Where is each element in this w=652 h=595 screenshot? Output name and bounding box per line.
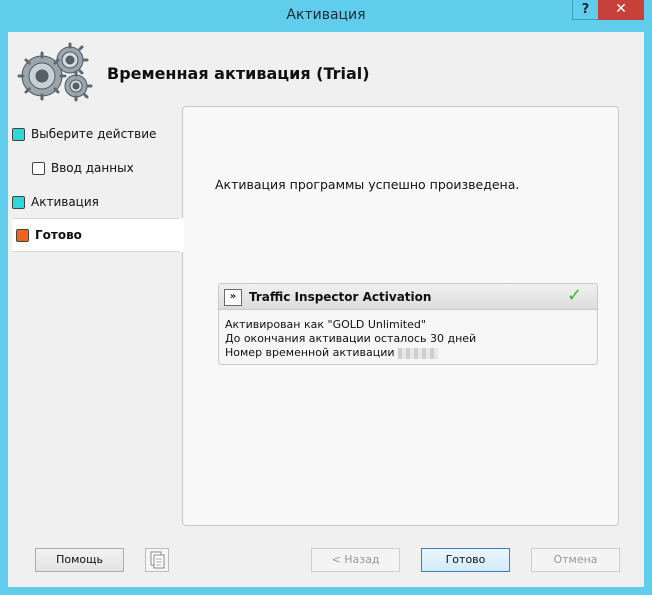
help-button[interactable]: Помощь: [35, 548, 124, 572]
step-indicator-icon: [16, 228, 29, 242]
activation-info-box: » Traffic Inspector Activation ✓ Активир…: [218, 283, 598, 365]
step-label: Готово: [35, 228, 82, 242]
step-choose-action[interactable]: Выберите действие: [12, 117, 186, 151]
content-panel: Активация программы успешно произведена.…: [182, 106, 619, 526]
active-step-connector: [180, 218, 184, 252]
days-left-text: До окончания активации осталось 30 дней: [225, 332, 477, 345]
success-message: Активация программы успешно произведена.: [215, 177, 520, 192]
wizard-header: Временная активация (Trial): [8, 32, 644, 110]
step-done[interactable]: Готово: [12, 218, 184, 252]
info-box-header: » Traffic Inspector Activation ✓: [219, 284, 597, 310]
step-indicator-icon: [12, 127, 25, 141]
cancel-button[interactable]: Отмена: [531, 548, 620, 572]
help-title-button[interactable]: ?: [572, 0, 598, 20]
checkmark-icon: ✓: [567, 285, 583, 306]
close-button[interactable]: ✕: [598, 0, 644, 20]
step-data-entry[interactable]: Ввод данных: [12, 151, 186, 185]
title-bar[interactable]: Активация ? ✕: [0, 0, 652, 32]
activation-window: Активация ? ✕ Временная активация (Trial…: [0, 0, 652, 595]
step-indicator-icon: [12, 195, 25, 209]
window-title: Активация: [286, 7, 366, 23]
trial-number-line: Номер временной активации: [225, 346, 438, 359]
copy-icon[interactable]: [145, 548, 169, 572]
step-label: Ввод данных: [51, 161, 134, 175]
redacted-number: [397, 347, 438, 359]
step-activation[interactable]: Активация: [12, 185, 186, 219]
trial-number-label: Номер временной активации: [225, 346, 395, 359]
gears-icon: [17, 42, 93, 102]
page-title: Временная активация (Trial): [107, 64, 370, 83]
step-label: Выберите действие: [31, 127, 157, 141]
activated-as-text: Активирован как "GOLD Unlimited": [225, 318, 426, 331]
done-button[interactable]: Готово: [421, 548, 510, 572]
step-label: Активация: [31, 195, 99, 209]
back-button[interactable]: < Назад: [311, 548, 400, 572]
expand-button[interactable]: »: [224, 289, 242, 306]
step-indicator-icon: [32, 161, 45, 175]
info-box-title: Traffic Inspector Activation: [249, 290, 432, 304]
dialog-client-area: Временная активация (Trial) Выберите дей…: [8, 32, 644, 587]
